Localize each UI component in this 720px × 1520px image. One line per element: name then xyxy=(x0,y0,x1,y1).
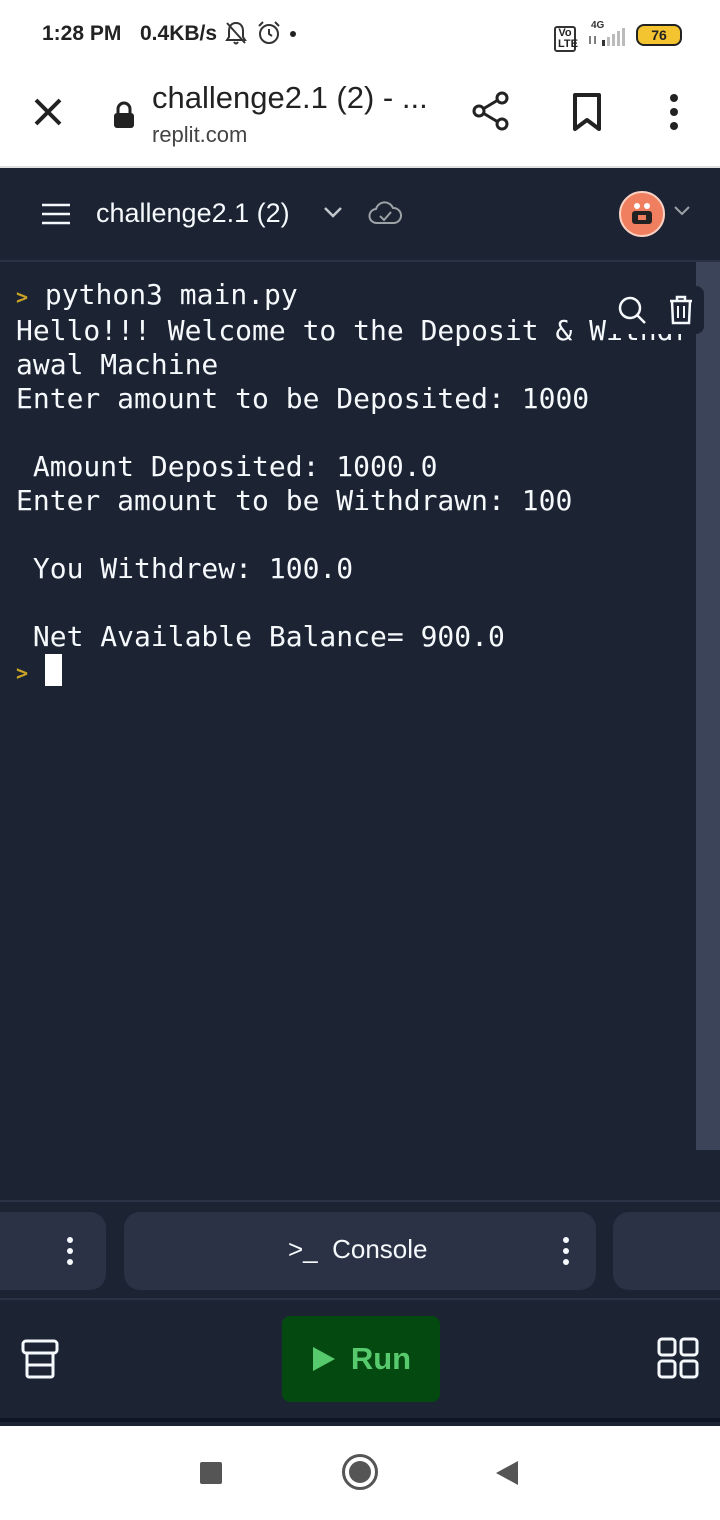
hamburger-menu-icon[interactable] xyxy=(40,202,72,226)
prompt-icon: > xyxy=(16,661,29,685)
repl-name[interactable]: challenge2.1 (2) xyxy=(96,198,290,229)
tab-next[interactable] xyxy=(613,1212,720,1290)
more-options-icon[interactable] xyxy=(664,92,684,132)
status-time: 1:28 PM xyxy=(42,22,122,45)
console-text: > python3 main.py Hello!!! Welcome to th… xyxy=(16,278,690,690)
prompt-icon: > xyxy=(16,285,29,309)
console-line: awal Machine xyxy=(16,348,219,381)
alarm-icon xyxy=(258,21,280,44)
cloud-check-icon[interactable] xyxy=(368,200,402,228)
page-title[interactable]: challenge2.1 (2) - ... xyxy=(152,80,428,116)
home-icon[interactable] xyxy=(342,1454,378,1490)
console-line: Enter amount to be Withdrawn: 100 xyxy=(16,484,573,517)
tab-console-label: >_ Console xyxy=(288,1234,428,1264)
avatar-chevron-icon[interactable] xyxy=(672,204,692,218)
status-network-speed: 0.4KB/s xyxy=(140,22,218,45)
replit-header: challenge2.1 (2) xyxy=(0,168,720,262)
tab-options-icon[interactable] xyxy=(562,1236,570,1266)
console-output[interactable]: > python3 main.py Hello!!! Welcome to th… xyxy=(0,262,720,1200)
back-icon[interactable] xyxy=(494,1459,520,1487)
console-tools xyxy=(606,286,704,334)
terminal-icon: >_ xyxy=(288,1234,318,1264)
console-line: Enter amount to be Deposited: 1000 xyxy=(16,382,590,415)
notification-dot xyxy=(290,31,296,37)
console-scrollbar[interactable] xyxy=(696,262,720,1150)
console-line: You Withdrew: 100.0 xyxy=(16,552,354,585)
recents-icon[interactable] xyxy=(200,1462,222,1484)
console-cursor[interactable] xyxy=(44,654,62,686)
close-icon[interactable] xyxy=(28,92,68,132)
bookmark-icon[interactable] xyxy=(570,92,604,132)
play-icon xyxy=(312,1347,335,1371)
tab-previous[interactable] xyxy=(0,1212,106,1290)
status-bar: 1:28 PM 0.4KB/s Vo LTE 4G 76 xyxy=(0,0,720,70)
tab-console[interactable]: >_ Console xyxy=(124,1212,596,1290)
tab-options-icon[interactable] xyxy=(66,1236,74,1266)
page-url[interactable]: replit.com xyxy=(152,122,247,148)
run-label: Run xyxy=(350,1341,412,1376)
bottom-action-bar: Run xyxy=(0,1300,720,1422)
panes-grid-icon[interactable] xyxy=(656,1336,700,1380)
lock-icon xyxy=(114,101,134,128)
console-line: Amount Deposited: 1000.0 xyxy=(16,450,438,483)
console-line: Net Available Balance= 900.0 xyxy=(16,620,505,653)
run-button[interactable]: Run xyxy=(282,1316,440,1402)
system-navigation-bar xyxy=(0,1426,720,1520)
console-command: python3 main.py xyxy=(44,278,298,311)
avatar[interactable] xyxy=(619,191,665,237)
trash-icon[interactable] xyxy=(668,295,694,325)
pane-tab-bar: >_ Console xyxy=(0,1200,720,1300)
console-line: Hello!!! Welcome to the Deposit & Withdr xyxy=(16,314,691,347)
mute-icon xyxy=(225,21,247,45)
signal-icon xyxy=(589,28,625,46)
avatar-robot-icon xyxy=(632,203,652,224)
search-icon[interactable] xyxy=(617,295,647,325)
chevron-down-icon[interactable] xyxy=(322,204,344,220)
browser-toolbar: challenge2.1 (2) - ... replit.com xyxy=(0,70,720,168)
files-icon[interactable] xyxy=(20,1338,60,1380)
volte-icon: Vo LTE xyxy=(554,26,578,52)
share-icon[interactable] xyxy=(470,90,512,132)
battery-indicator: 76 xyxy=(636,24,682,46)
